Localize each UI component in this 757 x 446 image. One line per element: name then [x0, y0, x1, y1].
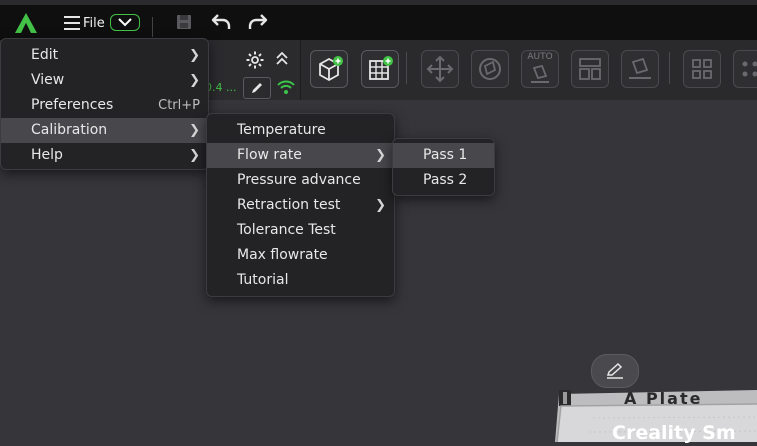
pencil-icon	[605, 362, 625, 380]
auto-orient-button[interactable]: AUTO	[521, 50, 559, 88]
menu-item-tolerance-test[interactable]: Tolerance Test	[207, 218, 394, 243]
submenu-arrow-icon: ❯	[189, 143, 200, 168]
add-plate-grid-icon	[365, 54, 395, 84]
toolbar-separator	[669, 52, 670, 84]
settings-gear-icon[interactable]	[245, 50, 265, 70]
split-icon	[687, 54, 717, 84]
arrange-icon	[575, 54, 605, 84]
menu-item-retraction-test[interactable]: Retraction test ❯	[207, 193, 394, 218]
menu-item-temperature[interactable]: Temperature	[207, 118, 394, 143]
arrange-button[interactable]	[571, 50, 609, 88]
menu-item-preferences[interactable]: Preferences Ctrl+P	[1, 93, 208, 118]
split-button[interactable]	[683, 50, 721, 88]
pencil-icon	[250, 81, 264, 95]
menu-item-pass-1[interactable]: Pass 1	[393, 143, 494, 168]
printer-panel-header: 0.4 ...	[205, 40, 301, 100]
submenu-arrow-icon: ❯	[189, 68, 200, 93]
submenu-arrow-icon: ❯	[375, 193, 386, 218]
title-separator	[152, 17, 153, 37]
add-plate-button[interactable]	[361, 50, 399, 88]
menu-item-view[interactable]: View ❯	[1, 68, 208, 93]
plate-brand-text: Creality Sm	[612, 420, 736, 446]
save-icon[interactable]	[175, 13, 193, 31]
app-logo-icon[interactable]	[12, 11, 40, 35]
move-arrows-icon	[425, 54, 455, 84]
main-menu: Edit ❯ View ❯ Preferences Ctrl+P Calibra…	[0, 38, 209, 170]
toolbar-separator	[406, 52, 407, 84]
undo-icon[interactable]	[210, 12, 232, 32]
hamburger-menu-icon[interactable]	[62, 13, 82, 33]
menu-item-edit[interactable]: Edit ❯	[1, 43, 208, 68]
menu-item-help[interactable]: Help ❯	[1, 143, 208, 168]
nozzle-size-field[interactable]: 0.4 ...	[205, 77, 241, 99]
split-parts-button[interactable]	[733, 50, 757, 88]
flow-rate-submenu: Pass 1 Pass 2	[392, 138, 495, 196]
menu-item-tutorial[interactable]: Tutorial	[207, 268, 394, 293]
menu-item-pressure-advance[interactable]: Pressure advance	[207, 168, 394, 193]
submenu-arrow-icon: ❯	[189, 118, 200, 143]
add-cube-icon	[314, 54, 344, 84]
rotate-button[interactable]	[471, 50, 509, 88]
move-button[interactable]	[421, 50, 459, 88]
auto-label: AUTO	[527, 53, 552, 62]
lay-on-face-button[interactable]	[621, 50, 659, 88]
edit-preset-button[interactable]	[243, 77, 271, 99]
menu-item-pass-2[interactable]: Pass 2	[393, 168, 494, 193]
submenu-arrow-icon: ❯	[375, 143, 386, 168]
redo-icon[interactable]	[247, 12, 269, 32]
collapse-chevron-icon[interactable]	[275, 51, 291, 69]
lay-on-face-icon	[625, 54, 655, 84]
submenu-arrow-icon: ❯	[189, 43, 200, 68]
split-parts-icon	[737, 54, 757, 84]
edit-plate-button[interactable]	[591, 354, 639, 388]
calibration-submenu: Temperature Flow rate ❯ Pressure advance…	[206, 113, 395, 297]
file-dropdown-chevron-icon[interactable]	[110, 14, 140, 31]
wifi-icon[interactable]	[277, 79, 295, 97]
menu-item-calibration[interactable]: Calibration ❯	[1, 118, 208, 143]
title-bar: File	[0, 5, 757, 41]
plate-name-label: A Plate	[620, 389, 757, 409]
add-model-button[interactable]	[310, 50, 348, 88]
auto-orient-icon	[528, 62, 552, 84]
menu-item-max-flowrate[interactable]: Max flowrate	[207, 243, 394, 268]
menu-item-flow-rate[interactable]: Flow rate ❯	[207, 143, 394, 168]
shortcut-label: Ctrl+P	[158, 93, 200, 118]
file-menu-label[interactable]: File	[83, 13, 105, 33]
rotate-icon	[475, 54, 505, 84]
